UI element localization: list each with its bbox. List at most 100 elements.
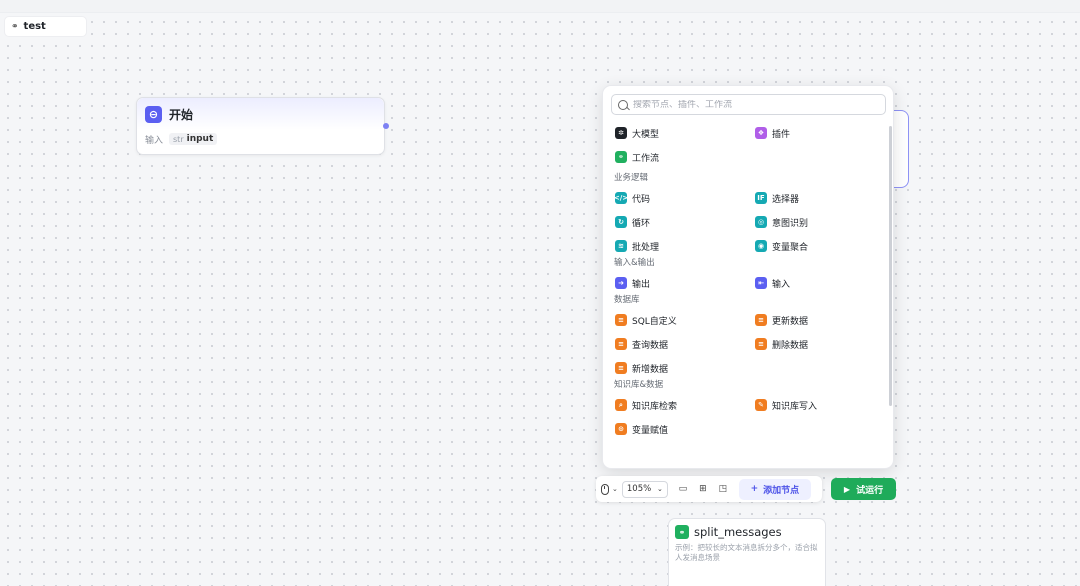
section-title: 知识库&数据 [614,380,664,390]
param-label: 输入 [145,135,164,146]
interaction-mode-button[interactable]: ⌄ [601,480,618,498]
node-item-label: 大模型 [632,129,660,140]
node-item-kb-search[interactable]: ⌕ 知识库检索 [615,397,677,413]
node-item-label: 变量聚合 [772,242,809,253]
intent-icon: ◎ [755,216,767,228]
kb-search-icon: ⌕ [615,399,627,411]
workflow-node-description: 示例：把较长的文本消息拆分多个，适合拟人发消息场景 [675,543,818,562]
node-picker-panel: ✲ 大模型 ❖ 插件 ⚭ 工作流业务逻辑 </> 代码 IF 选择器 ↻ 循环 ◎ 意图识别 ≋ 批处理 ◉ 变量… [602,85,894,469]
delete-data-icon: ≡ [755,338,767,350]
node-item-label: 循环 [632,218,651,229]
zoom-value: 105% [626,484,652,494]
node-item-llm[interactable]: ✲ 大模型 [615,125,659,141]
workflow-node-header: ⚭ split_messages [669,519,825,539]
node-item-output[interactable]: ➜ 输出 [615,275,650,291]
node-item-kb-write[interactable]: ✎ 知识库写入 [755,397,817,413]
aggregate-icon: ◉ [755,240,767,252]
input-icon: ⇤ [755,277,767,289]
start-node-params: 输入 str input [137,131,384,147]
node-item-label: 知识库写入 [772,401,818,412]
workflow-node[interactable]: ⚭ split_messages 示例：把较长的文本消息拆分多个，适合拟人发消息… [668,518,826,586]
comment-icon: ▭ [678,484,688,494]
node-item-label: 输出 [632,279,651,290]
chevron-down-icon: ⌄ [657,485,663,493]
node-item-update-data[interactable]: ≡ 更新数据 [755,312,808,328]
node-item-label: 知识库检索 [632,401,678,412]
node-item-label: SQL自定义 [632,316,677,327]
section-title: 业务逻辑 [614,173,649,183]
start-node-output-port[interactable] [383,123,389,129]
node-item-if[interactable]: IF 选择器 [755,190,799,206]
node-item-label: 变量赋值 [632,425,669,436]
section-title: 数据库 [614,295,640,305]
param-type: str [173,134,184,144]
plus-icon: + [750,484,759,494]
kb-write-icon: ✎ [755,399,767,411]
minimap-button[interactable]: ◳ [715,480,731,498]
panel-scrollbar[interactable] [889,126,892,406]
node-item-label: 插件 [772,129,791,140]
sql-icon: ≡ [615,314,627,326]
node-item-assign[interactable]: ⊙ 变量赋值 [615,421,668,437]
node-item-label: 输入 [772,279,791,290]
add-node-label: 添加节点 [763,485,800,496]
node-item-label: 删除数据 [772,340,809,351]
search-icon [618,99,628,110]
workflow-icon: ⚭ [675,525,689,539]
node-item-plugin[interactable]: ❖ 插件 [755,125,790,141]
chevron-down-icon: ⌄ [612,485,618,493]
search-input[interactable] [633,99,873,110]
node-item-workflow[interactable]: ⚭ 工作流 [615,149,659,165]
workflow-name-chip[interactable]: ⚭ test [4,16,87,37]
workflow-name: test [23,21,46,32]
canvas-toolbar: ⌄ 105% ⌄ ▭ ⊞ ◳ + 添加节点 [596,476,822,502]
node-search[interactable] [611,94,886,115]
node-item-label: 更新数据 [772,316,809,327]
node-item-label: 工作流 [632,153,660,164]
node-item-aggregate[interactable]: ◉ 变量聚合 [755,238,808,254]
node-item-delete-data[interactable]: ≡ 删除数据 [755,336,808,352]
minimap-icon: ◳ [718,484,728,494]
node-item-code[interactable]: </> 代码 [614,190,651,206]
if-icon: IF [755,192,767,204]
top-bar [0,0,1080,13]
batch-icon: ≋ [615,240,627,252]
node-item-query-data[interactable]: ≡ 查询数据 [615,336,668,352]
update-data-icon: ≡ [755,314,767,326]
zoom-select[interactable]: 105% ⌄ [621,480,668,498]
start-node-header: ⊖ 开始 [137,98,384,130]
section-title: 输入&输出 [614,258,655,268]
start-node[interactable]: ⊖ 开始 输入 str input [136,97,385,155]
node-item-intent[interactable]: ◎ 意图识别 [755,214,808,230]
workflow-icon: ⚭ [11,21,19,32]
assign-icon: ⊙ [615,423,627,435]
node-item-label: 查询数据 [632,340,669,351]
node-item-batch[interactable]: ≋ 批处理 [615,238,659,254]
node-item-input[interactable]: ⇤ 输入 [755,275,790,291]
add-node-button[interactable]: + 添加节点 [738,478,811,500]
node-item-label: 新增数据 [632,364,669,375]
layout-icon: ⊞ [699,484,707,494]
param-name: input [186,134,214,144]
play-icon: ▶ [843,484,851,494]
comment-button[interactable]: ▭ [675,480,691,498]
start-icon: ⊖ [145,105,162,123]
query-data-icon: ≡ [615,338,627,350]
node-item-label: 批处理 [632,242,660,253]
node-item-label: 选择器 [772,194,800,205]
node-item-label: 代码 [632,194,651,205]
layout-button[interactable]: ⊞ [695,480,711,498]
workflow-icon: ⚭ [615,151,627,163]
param-chip: str input [169,133,218,145]
output-icon: ➜ [615,277,627,289]
test-run-button[interactable]: ▶ 试运行 [831,478,896,500]
mouse-icon [601,483,609,495]
start-node-title: 开始 [169,107,194,122]
node-item-label: 意图识别 [772,218,809,229]
node-item-loop[interactable]: ↻ 循环 [615,214,650,230]
loop-icon: ↻ [615,216,627,228]
test-run-label: 试运行 [856,485,884,496]
node-item-sql[interactable]: ≡ SQL自定义 [615,312,677,328]
node-item-insert-data[interactable]: ≡ 新增数据 [615,360,668,376]
code-icon: </> [614,192,628,204]
